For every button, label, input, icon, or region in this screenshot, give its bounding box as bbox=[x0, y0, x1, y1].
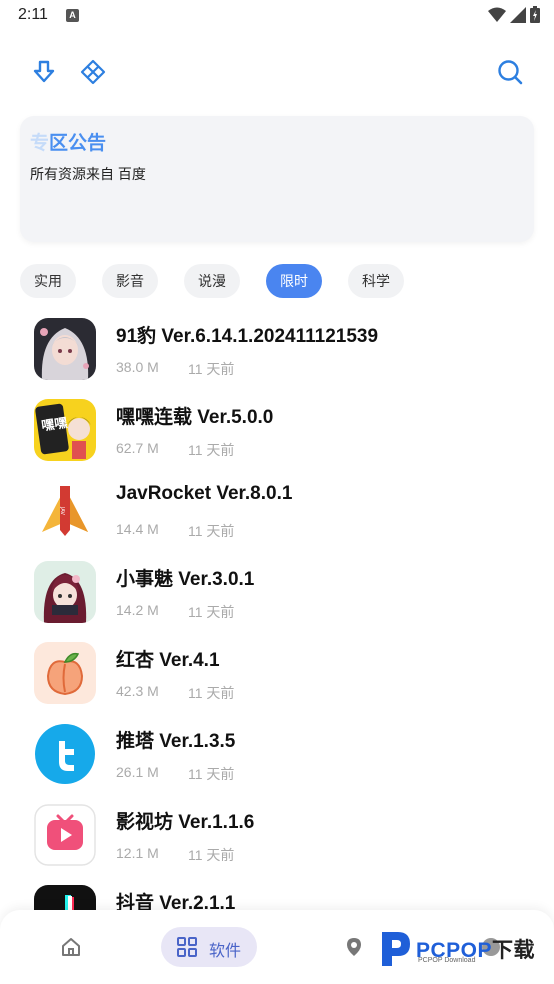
nav-software-label: 软件 bbox=[209, 943, 242, 960]
list-item[interactable]: 91豹 Ver.6.14.1.202411121539 38.0 M 11 天前 bbox=[0, 310, 554, 391]
app-name: 抖音 Ver.2.1.1 bbox=[116, 893, 236, 910]
app-size: 38.0 M bbox=[116, 359, 159, 375]
list-item[interactable]: JAV JavRocket Ver.8.0.1 14.4 M 11 天前 bbox=[0, 472, 554, 553]
status-time: 2:11 bbox=[18, 6, 48, 23]
location-icon bbox=[347, 938, 361, 956]
diamond-grid-icon bbox=[80, 59, 106, 85]
notice-title: 专区公告 bbox=[30, 128, 106, 155]
app-time: 11 天前 bbox=[188, 847, 235, 863]
watermark: PCPOP下载 PCPOP Download bbox=[376, 926, 552, 970]
home-icon bbox=[62, 938, 80, 956]
download-icon bbox=[33, 60, 55, 83]
app-time: 11 天前 bbox=[188, 685, 235, 701]
app-name: 推塔 Ver.1.3.5 bbox=[116, 731, 236, 752]
app-time: 11 天前 bbox=[188, 523, 235, 539]
list-item[interactable]: 嘿嘿 嘿嘿连载 Ver.5.0.0 62.7 M 11 天前 bbox=[0, 391, 554, 472]
app-icon-douyin bbox=[34, 885, 96, 910]
nav-discover-button[interactable] bbox=[343, 936, 365, 958]
app-icon-tuita bbox=[34, 723, 96, 785]
tab-science[interactable]: 科学 bbox=[348, 264, 404, 298]
app-time: 11 天前 bbox=[188, 361, 235, 377]
app-size: 14.4 M bbox=[116, 521, 159, 537]
app-icon-tv bbox=[34, 804, 96, 866]
app-size: 26.1 M bbox=[116, 764, 159, 780]
list-item[interactable]: 抖音 Ver.2.1.1 bbox=[0, 877, 554, 910]
notice-body: 所有资源来自 百度 bbox=[30, 166, 146, 182]
app-name: 小事魅 Ver.3.0.1 bbox=[116, 569, 255, 590]
app-time: 11 天前 bbox=[188, 604, 235, 620]
app-size: 14.2 M bbox=[116, 602, 159, 618]
app-time: 11 天前 bbox=[188, 442, 235, 458]
wifi-icon bbox=[488, 7, 506, 22]
app-icon-anime-girl bbox=[34, 318, 96, 380]
app-time: 11 天前 bbox=[188, 766, 235, 782]
category-tabs: 实用 影音 说漫 限时 科学 bbox=[20, 264, 404, 298]
status-bar: 2:11 A bbox=[0, 0, 554, 32]
app-name: 红杏 Ver.4.1 bbox=[116, 650, 220, 671]
status-icons bbox=[488, 6, 540, 23]
app-name: JavRocket Ver.8.0.1 bbox=[116, 483, 293, 504]
list-item[interactable]: 红杏 Ver.4.1 42.3 M 11 天前 bbox=[0, 634, 554, 715]
app-icon-comic: 嘿嘿 bbox=[34, 399, 96, 461]
app-name: 嘿嘿连载 Ver.5.0.0 bbox=[116, 407, 274, 428]
download-button[interactable] bbox=[28, 56, 60, 88]
notice-title-text: 区公告 bbox=[49, 133, 107, 154]
status-indicator: A bbox=[66, 9, 79, 22]
list-item[interactable]: 影视坊 Ver.1.1.6 12.1 M 11 天前 bbox=[0, 796, 554, 877]
watermark-sub: PCPOP Download bbox=[418, 957, 476, 964]
category-button[interactable] bbox=[77, 56, 109, 88]
tab-limited[interactable]: 限时 bbox=[266, 264, 322, 298]
list-item[interactable]: 小事魅 Ver.3.0.1 14.2 M 11 天前 bbox=[0, 553, 554, 634]
tab-comics[interactable]: 说漫 bbox=[184, 264, 240, 298]
grid-icon bbox=[177, 937, 197, 957]
notice-card: 专区公告 所有资源来自 百度 bbox=[20, 116, 534, 242]
app-size: 12.1 M bbox=[116, 845, 159, 861]
watermark-suffix: 下载 bbox=[492, 939, 536, 962]
search-button[interactable] bbox=[494, 56, 526, 88]
nav-software-button[interactable]: 软件 bbox=[161, 927, 257, 967]
app-name: 91豹 Ver.6.14.1.202411121539 bbox=[116, 326, 379, 347]
list-item[interactable]: 推塔 Ver.1.3.5 26.1 M 11 天前 bbox=[0, 715, 554, 796]
nav-home-button[interactable] bbox=[58, 934, 84, 960]
app-size: 62.7 M bbox=[116, 440, 159, 456]
app-icon-peach bbox=[34, 642, 96, 704]
tab-utility[interactable]: 实用 bbox=[20, 264, 76, 298]
signal-icon bbox=[510, 6, 526, 23]
svg-text:JAV: JAV bbox=[59, 506, 65, 515]
pcpop-logo-icon bbox=[382, 932, 410, 966]
app-list: 91豹 Ver.6.14.1.202411121539 38.0 M 11 天前… bbox=[0, 310, 554, 910]
notice-title-fade: 专 bbox=[30, 133, 50, 154]
tab-media[interactable]: 影音 bbox=[102, 264, 158, 298]
search-icon bbox=[498, 60, 523, 85]
app-icon-rocket: JAV bbox=[34, 480, 96, 542]
app-name: 影视坊 Ver.1.1.6 bbox=[116, 812, 255, 833]
battery-icon bbox=[530, 6, 540, 23]
app-size: 42.3 M bbox=[116, 683, 159, 699]
app-icon-ninja-girl bbox=[34, 561, 96, 623]
